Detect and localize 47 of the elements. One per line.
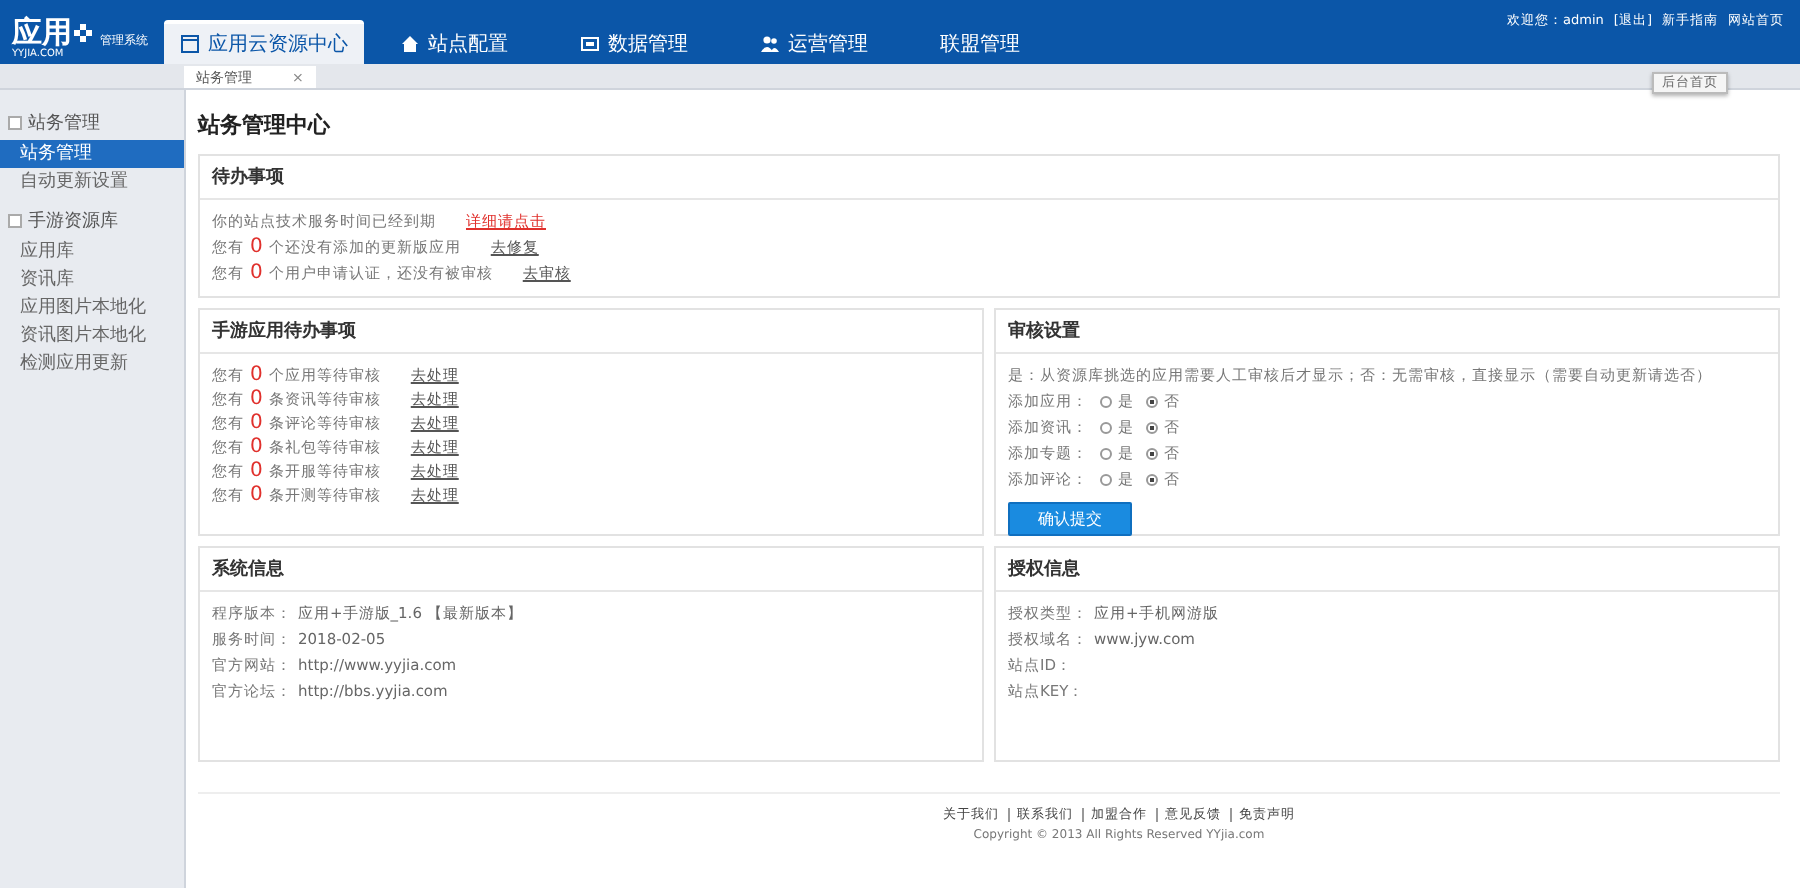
sidebar-item[interactable]: 应用库 <box>0 238 184 266</box>
window-icon <box>180 34 200 54</box>
radio-button[interactable] <box>1146 448 1158 460</box>
sidebar-item[interactable]: 应用图片本地化 <box>0 294 184 322</box>
panel-title: 授权信息 <box>996 548 1778 592</box>
panel-title: 手游应用待办事项 <box>200 310 982 354</box>
count-number: 0 <box>250 388 263 412</box>
radio-button[interactable] <box>1146 396 1158 408</box>
count-number: 0 <box>250 262 263 286</box>
count-number: 0 <box>250 364 263 388</box>
nav-tab[interactable]: 运营管理 <box>744 24 904 64</box>
sidebar-group[interactable]: 站务管理 <box>0 106 184 140</box>
panel-title: 系统信息 <box>200 548 982 592</box>
radio-button[interactable] <box>1146 474 1158 486</box>
page-title: 站务管理中心 <box>198 110 332 140</box>
count-number: 0 <box>250 436 263 460</box>
count-number: 0 <box>250 236 263 260</box>
group-title: 站务管理 <box>28 111 100 136</box>
nav-tab[interactable]: 应用云资源中心 <box>164 20 364 64</box>
sidebar-item[interactable]: 自动更新设置 <box>0 168 184 196</box>
people-icon <box>760 34 780 54</box>
sidebar-item[interactable]: 站务管理 <box>0 140 184 168</box>
nav-tab[interactable]: 数据管理 <box>564 24 724 64</box>
count-number: 0 <box>250 412 263 436</box>
submit-button[interactable]: 确认提交 <box>1008 502 1132 536</box>
panel-title: 待办事项 <box>200 156 1778 200</box>
sidebar-item[interactable]: 检测应用更新 <box>0 350 184 378</box>
house-icon <box>400 34 420 54</box>
logo-mark-icon <box>74 23 92 41</box>
radio-button[interactable] <box>1100 448 1112 460</box>
count-number: 0 <box>250 484 263 508</box>
group-title: 手游资源库 <box>28 209 118 234</box>
radio-button[interactable] <box>1100 422 1112 434</box>
sidebar-group[interactable]: 手游资源库 <box>0 204 184 238</box>
collapse-icon <box>8 116 22 130</box>
count-number: 0 <box>250 460 263 484</box>
sidebar-item[interactable]: 资讯图片本地化 <box>0 322 184 350</box>
nav-tab[interactable]: 站点配置 <box>384 24 544 64</box>
collapse-icon <box>8 214 22 228</box>
radio-button[interactable] <box>1100 474 1112 486</box>
radio-button[interactable] <box>1146 422 1158 434</box>
panel-title: 审核设置 <box>996 310 1778 354</box>
nav-tab[interactable]: 联盟管理 <box>924 24 1084 64</box>
sidebar-item[interactable]: 资讯库 <box>0 266 184 294</box>
screen-icon <box>580 34 600 54</box>
radio-button[interactable] <box>1100 396 1112 408</box>
logo-text: 应用 <box>12 16 72 48</box>
